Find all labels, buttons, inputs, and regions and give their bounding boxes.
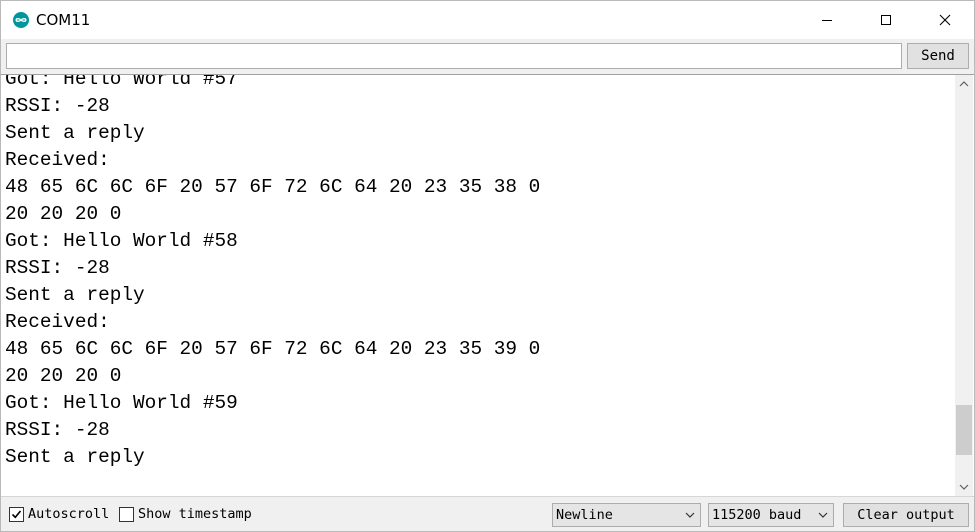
scroll-thumb[interactable] [956,405,972,455]
window-title: COM11 [36,11,91,29]
output-line: 48 65 6C 6C 6F 20 57 6F 72 6C 64 20 23 3… [5,176,541,198]
line-ending-value: Newline [556,507,613,523]
output-line: RSSI: -28 [5,419,110,441]
baud-rate-value: 115200 baud [712,507,802,523]
maximize-button[interactable] [857,1,915,39]
scroll-track[interactable] [955,93,973,478]
minimize-icon [822,20,832,21]
output-line: Received: [5,311,110,333]
scroll-down-button[interactable] [955,478,973,496]
send-button[interactable]: Send [907,43,969,69]
clear-output-button[interactable]: Clear output [843,503,969,527]
output-line: 20 20 20 0 [5,365,122,387]
close-icon [939,14,951,26]
output-line: Received: [5,149,110,171]
output-text: Got: Hello World #57 RSSI: -28 Sent a repl… [5,74,541,471]
serial-output[interactable]: Got: Hello World #57 RSSI: -28 Sent a repl… [1,74,974,496]
bottom-bar: Autoscroll Show timestamp Newline 115200… [1,496,974,531]
output-line: Got: Hello World #57 [5,74,238,90]
timestamp-checkbox[interactable] [119,506,134,522]
output-line: 20 20 20 0 [5,203,122,225]
serial-send-input[interactable] [6,43,902,69]
output-line: Got: Hello World #58 [5,230,238,252]
checkmark-icon [11,509,22,518]
serial-monitor-window: COM11 Send Got: Hello World #57 RSSI: -28… [0,0,975,532]
scroll-up-button[interactable] [955,75,973,93]
timestamp-label: Show timestamp [138,506,252,522]
chevron-down-icon [959,484,969,490]
output-line: Sent a reply [5,122,145,144]
vertical-scrollbar[interactable] [955,75,973,496]
send-bar: Send [1,39,974,74]
output-line: Got: Hello World #59 [5,392,238,414]
chevron-down-icon [818,512,828,518]
output-line: RSSI: -28 [5,95,110,117]
output-line: 48 65 6C 6C 6F 20 57 6F 72 6C 64 20 23 3… [5,338,541,360]
minimize-button[interactable] [798,1,856,39]
output-line: Sent a reply [5,446,145,468]
chevron-down-icon [685,512,695,518]
arduino-infinity-icon [13,12,29,28]
line-ending-select[interactable]: Newline [552,503,701,527]
title-bar[interactable]: COM11 [1,1,974,39]
output-line: Sent a reply [5,284,145,306]
autoscroll-toggle[interactable]: Autoscroll [9,506,109,522]
chevron-up-icon [959,81,969,87]
close-button[interactable] [916,1,974,39]
autoscroll-label: Autoscroll [28,506,110,522]
maximize-icon [881,15,891,25]
timestamp-toggle[interactable]: Show timestamp [119,506,252,522]
baud-rate-select[interactable]: 115200 baud [708,503,834,527]
autoscroll-checkbox[interactable] [9,506,24,522]
output-line: RSSI: -28 [5,257,110,279]
